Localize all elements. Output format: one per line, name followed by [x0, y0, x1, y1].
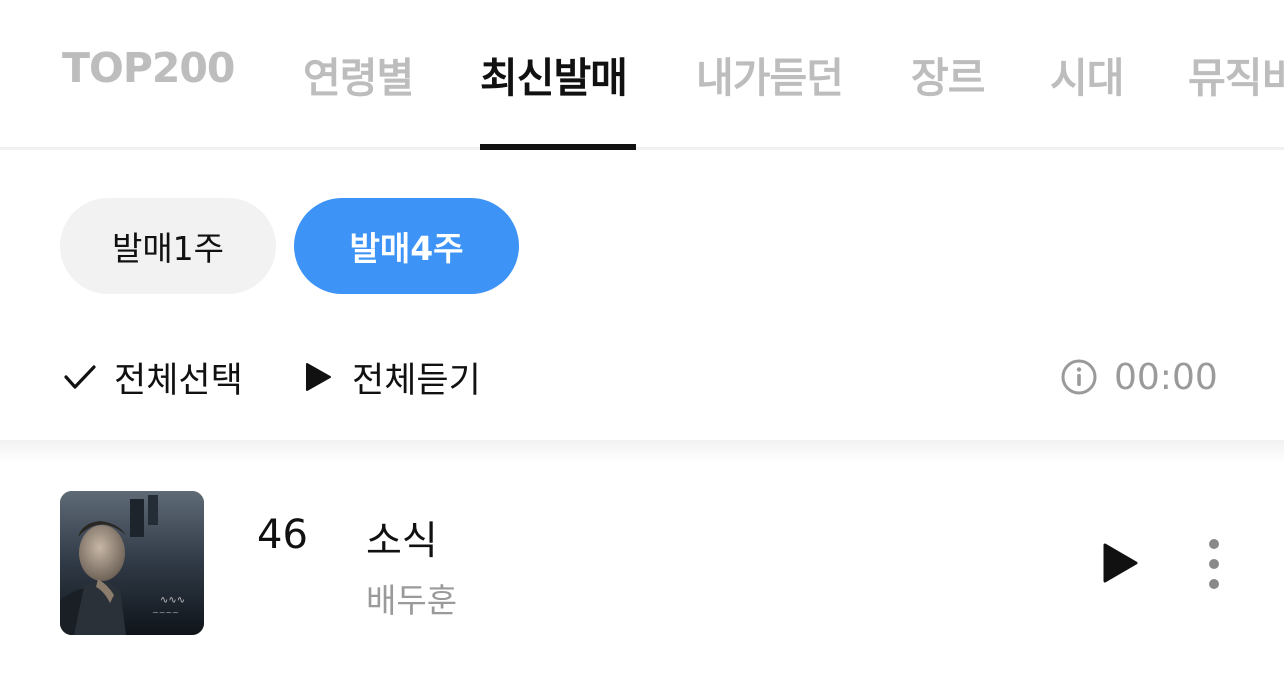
active-tab-indicator — [480, 144, 636, 150]
play-icon — [306, 363, 331, 391]
category-tab-bar: TOP200 연령별 최신발매 내가듣던 장르 시대 뮤직비 — [0, 0, 1284, 150]
filter-week1-button[interactable]: 발매1주 — [60, 198, 276, 294]
tab-new-release[interactable]: 최신발매 — [480, 44, 628, 104]
chart-page: TOP200 연령별 최신발매 내가듣던 장르 시대 뮤직비 발매1주 발매4주… — [0, 0, 1284, 681]
song-artist[interactable]: 배두훈 — [366, 574, 457, 622]
svg-text:~~~~: ~~~~ — [152, 608, 179, 617]
filter-week4-label: 발매4주 — [349, 229, 464, 268]
total-time: 00:00 — [1114, 356, 1218, 398]
album-cover-art: ∿∿∿ ~~~~ — [60, 491, 204, 635]
info-icon[interactable] — [1060, 358, 1098, 396]
total-time-info: 00:00 — [1060, 354, 1218, 400]
tab-genre[interactable]: 장르 — [911, 44, 985, 104]
tab-my-history[interactable]: 내가듣던 — [696, 44, 844, 104]
tab-music-video[interactable]: 뮤직비 — [1188, 44, 1284, 104]
select-all-label: 전체선택 — [114, 360, 243, 401]
tab-by-age[interactable]: 연령별 — [303, 44, 414, 104]
tab-era[interactable]: 시대 — [1050, 44, 1124, 104]
filter-week4-button[interactable]: 발매4주 — [294, 198, 519, 294]
play-all-label: 전체듣기 — [352, 360, 481, 401]
play-all-button[interactable]: 전체듣기 — [304, 352, 481, 402]
song-play-icon[interactable] — [1100, 542, 1140, 584]
album-cover[interactable]: ∿∿∿ ~~~~ — [60, 491, 204, 635]
song-row[interactable]: ∿∿∿ ~~~~ 46 소식 배두훈 — [0, 470, 1284, 660]
check-icon — [64, 365, 96, 389]
filter-week1-label: 발매1주 — [111, 229, 225, 268]
song-rank: 46 — [257, 512, 308, 558]
select-all-button[interactable]: 전체선택 — [62, 352, 243, 402]
section-divider — [0, 440, 1284, 464]
song-title[interactable]: 소식 — [366, 510, 438, 566]
more-vertical-icon[interactable] — [1200, 538, 1228, 590]
svg-text:∿∿∿: ∿∿∿ — [160, 595, 185, 606]
tab-top200[interactable]: TOP200 — [62, 44, 235, 104]
